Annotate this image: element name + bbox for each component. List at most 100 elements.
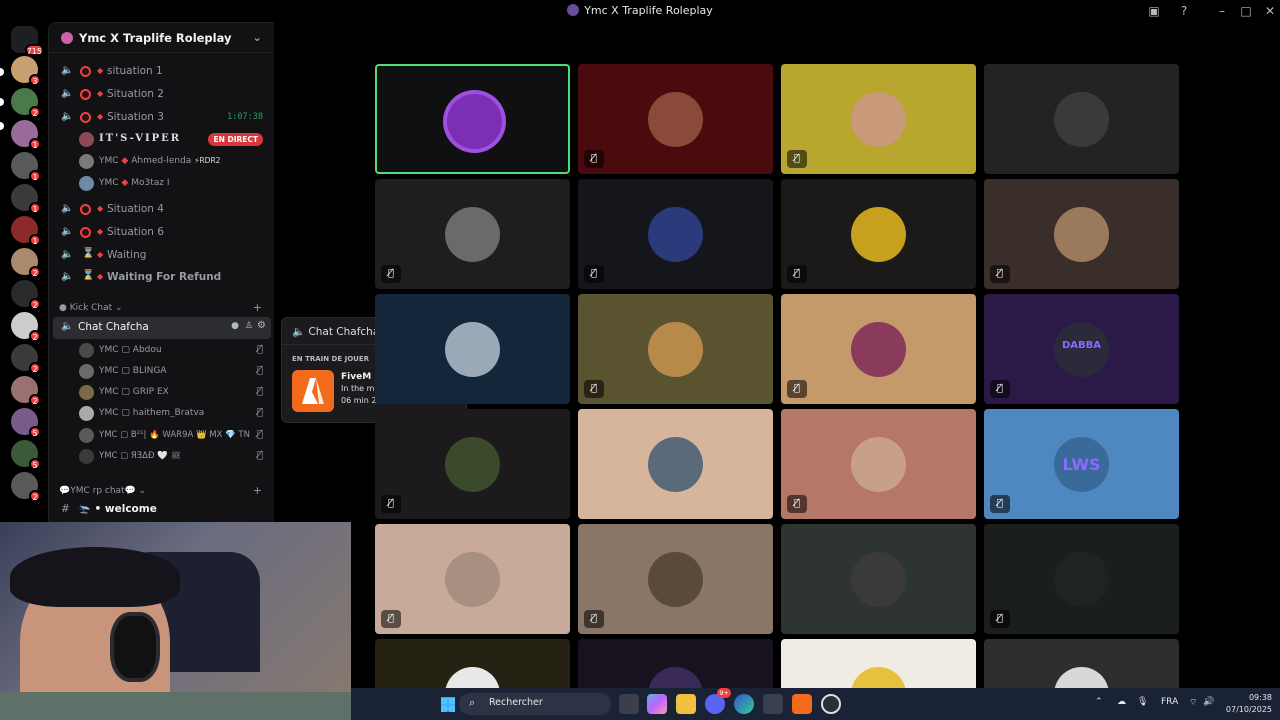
server-icon[interactable]: 2 <box>11 88 41 118</box>
server-icon[interactable]: 5 <box>11 440 41 470</box>
maximize-button[interactable]: □ <box>1238 3 1254 19</box>
fivem-icon[interactable] <box>792 694 812 714</box>
participant-tile[interactable] <box>375 294 570 404</box>
microphone-icon[interactable]: 🎙 <box>1137 697 1148 707</box>
discord-home-icon[interactable]: 715 <box>11 26 44 56</box>
server-icon[interactable]: 3 <box>11 56 41 86</box>
voice-member-live[interactable]: IT'S-VIPER EN DIRECT <box>49 129 274 151</box>
add-channel-icon[interactable]: + <box>253 301 262 314</box>
participant-tile[interactable] <box>781 524 976 634</box>
volume-icon[interactable]: 🔊 <box>1203 697 1214 707</box>
task-view-icon[interactable] <box>619 694 639 714</box>
wifi-icon[interactable]: ⌔ <box>1189 697 1197 708</box>
voice-member[interactable]: YMC ▢ GRIP EX 🎙̸ <box>49 382 274 403</box>
text-channel-welcome[interactable]: # 🛬 • welcome <box>61 502 157 515</box>
server-icon[interactable]: 2 <box>11 280 41 310</box>
discord-icon[interactable]: 9+ <box>705 688 731 714</box>
inbox-icon[interactable]: ▣ <box>1146 3 1162 19</box>
gear-icon[interactable]: ⚙ <box>257 320 266 331</box>
voice-channel[interactable]: 🔈 ◆ Situation 4 <box>49 199 274 221</box>
muted-icon: 🎙̸ <box>787 495 807 513</box>
voice-channel[interactable]: 🔈 ◆ situation 1 <box>49 61 274 83</box>
windows-start-icon[interactable] <box>441 697 455 712</box>
participant-tile[interactable] <box>375 639 570 688</box>
participant-tile[interactable]: 🎙̸ <box>984 179 1179 289</box>
taskbar-search[interactable]: ⌕ Rechercher <box>459 693 611 715</box>
server-icon[interactable]: 1 <box>11 120 41 150</box>
voice-member[interactable]: YMC ◆ Ahmed-lenda ⚡RDR2 <box>49 151 274 172</box>
participant-tile[interactable]: 🎙̸ <box>781 294 976 404</box>
participant-tile[interactable]: 🎙̸ <box>375 179 570 289</box>
file-explorer-icon[interactable] <box>676 694 696 714</box>
muted-icon: 🎙̸ <box>381 610 401 628</box>
voice-member[interactable]: YMC ▢ Abdou 🎙̸ <box>49 340 274 361</box>
muted-icon: 🎙̸ <box>381 265 401 283</box>
participant-tile[interactable] <box>781 639 976 688</box>
server-icon[interactable]: 5 <box>11 408 41 438</box>
close-button[interactable]: ✕ <box>1262 3 1278 19</box>
participant-tile[interactable]: 🎙̸ <box>375 409 570 519</box>
voice-member[interactable]: YMC ▢ haithem_Bratva 🎙̸ <box>49 403 274 424</box>
server-icon[interactable]: 2 <box>11 376 41 406</box>
voice-channel[interactable]: 🔈 ⌛ ◆ Waiting <box>49 245 274 267</box>
participant-tile[interactable] <box>984 639 1179 688</box>
minimize-button[interactable]: – <box>1214 3 1230 19</box>
notification-badge: 5 <box>29 458 41 470</box>
server-icon[interactable]: 1 <box>11 184 41 214</box>
voice-member[interactable]: YMC ▢ B²¹| 🔥 WAR9A 👑 MX 💎 TN 🎙̸ <box>49 425 274 446</box>
participant-tile[interactable]: 🎙̸ <box>578 64 773 174</box>
server-icon[interactable]: 2 <box>11 312 41 342</box>
voice-member[interactable]: YMC ▢ BLINGA 🎙̸ <box>49 361 274 382</box>
participant-tile[interactable]: 🎙̸ <box>781 179 976 289</box>
participant-tile[interactable]: 🎙̸ <box>375 524 570 634</box>
category-kick-chat[interactable]: ● Kick Chat ⌄ <box>59 303 123 313</box>
participant-tile[interactable]: DABBA 🎙̸ <box>984 294 1179 404</box>
server-header[interactable]: Ymc X Traplife Roleplay ⌄ <box>49 23 274 53</box>
participant-tile[interactable] <box>375 64 570 174</box>
participant-tile[interactable] <box>578 639 773 688</box>
server-icon[interactable]: 1 <box>11 152 41 182</box>
notification-badge: 2 <box>29 298 41 310</box>
server-icon[interactable]: 2 <box>11 472 41 502</box>
locked-icon <box>80 204 91 215</box>
muted-icon: 🎙̸ <box>787 150 807 168</box>
server-icon[interactable]: 2 <box>11 344 41 374</box>
category-rp-chat[interactable]: 💬YMC rp chat💬 ⌄ <box>59 486 146 496</box>
voice-channel-active[interactable]: 🔈 Chat Chafcha ● ♙ ⚙ <box>53 317 271 339</box>
language-indicator[interactable]: FRA <box>1161 697 1178 707</box>
participant-tile[interactable]: 🎙̸ <box>781 64 976 174</box>
server-icon[interactable]: 1 <box>11 216 41 246</box>
notification-badge: 2 <box>29 362 41 374</box>
participant-tile[interactable] <box>578 409 773 519</box>
network-icon[interactable]: ☁ <box>1117 697 1126 707</box>
invite-icon[interactable]: ♙ <box>245 321 253 331</box>
participant-tile[interactable]: 🎙̸ <box>578 524 773 634</box>
participant-tile[interactable]: LWS 🎙̸ <box>984 409 1179 519</box>
help-icon[interactable]: ? <box>1176 3 1192 19</box>
avatar-label: LWS <box>1062 455 1101 474</box>
avatar <box>648 552 703 607</box>
voice-member[interactable]: YMC ▢ ЯƎΔÐ 🤍 ﷺ 🎙̸ <box>49 446 274 467</box>
muted-icon: 🎙̸ <box>990 380 1010 398</box>
chevron-up-icon[interactable]: ⌃ <box>1095 697 1103 707</box>
participant-tile[interactable]: 🎙̸ <box>578 294 773 404</box>
steam-icon[interactable] <box>821 694 841 714</box>
add-channel-icon[interactable]: + <box>253 484 262 497</box>
muted-icon: 🎙̸ <box>256 407 263 418</box>
participant-tile[interactable]: 🎙̸ <box>781 409 976 519</box>
voice-member[interactable]: YMC ◆ Mo3taz I <box>49 173 274 194</box>
voice-channel[interactable]: 🔈 ⌛ ◆ Waiting For Refund <box>49 267 274 289</box>
chat-icon[interactable]: ● <box>231 321 239 331</box>
voice-channel[interactable]: 🔈 ◆ Situation 2 <box>49 84 274 106</box>
store-icon[interactable] <box>763 694 783 714</box>
participant-tile[interactable] <box>984 64 1179 174</box>
voice-channel[interactable]: 🔈 ◆ Situation 6 <box>49 222 274 244</box>
server-icon[interactable]: 2 <box>11 248 41 278</box>
participant-tile[interactable]: 🎙̸ <box>984 524 1179 634</box>
avatar <box>1054 667 1109 688</box>
edge-icon[interactable] <box>734 694 754 714</box>
taskbar-clock[interactable]: 09:38 07/10/2025 <box>1226 692 1272 716</box>
copilot-icon[interactable] <box>647 694 667 714</box>
participant-tile[interactable]: 🎙̸ <box>578 179 773 289</box>
voice-channel[interactable]: 🔈 ◆ Situation 3 1:07:38 <box>49 107 274 129</box>
